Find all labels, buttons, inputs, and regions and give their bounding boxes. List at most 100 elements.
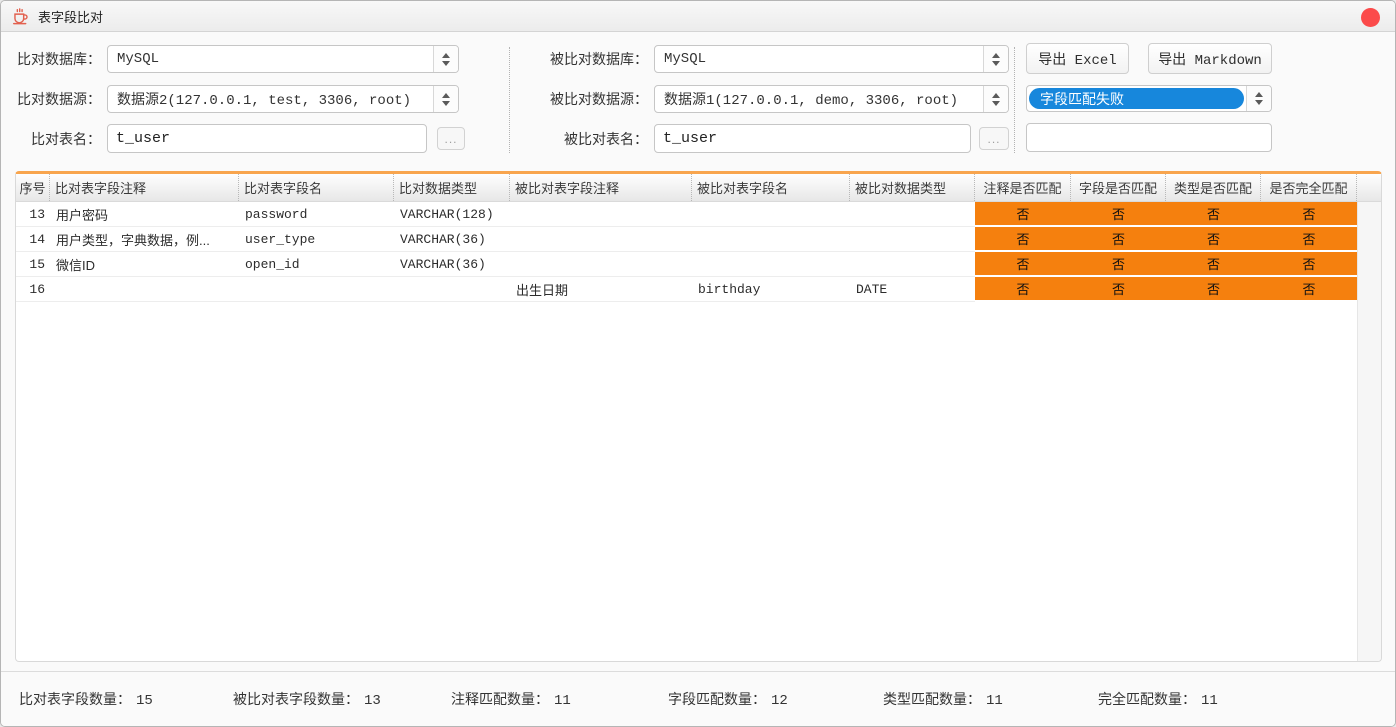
cell-comment-match: 否 xyxy=(975,202,1071,227)
spinner-arrows-icon[interactable] xyxy=(983,46,1008,72)
cell-full-match: 否 xyxy=(1261,277,1357,302)
column-header[interactable]: 序号 xyxy=(16,174,50,201)
comparison-table: 序号 比对表字段注释 比对表字段名 比对数据类型 被比对表字段注释 被比对表字段… xyxy=(15,171,1382,662)
cell-src-comment xyxy=(50,277,239,302)
target-db-combobox[interactable]: MySQL xyxy=(654,45,1009,73)
cell-dst-field xyxy=(692,227,850,252)
source-table-label: 比对表名： xyxy=(7,125,101,153)
status-dst-field-count: 被比对表字段数量：13 xyxy=(233,689,381,709)
cell-full-match: 否 xyxy=(1261,202,1357,227)
column-header[interactable]: 字段是否匹配 xyxy=(1071,174,1166,201)
cell-comment-match: 否 xyxy=(975,277,1071,302)
match-filter-selected: 字段匹配失败 xyxy=(1029,88,1244,109)
match-filter-combobox[interactable]: 字段匹配失败 xyxy=(1026,85,1272,112)
column-header[interactable]: 类型是否匹配 xyxy=(1166,174,1261,201)
cell-src-field: open_id xyxy=(239,252,394,277)
cell-comment-match: 否 xyxy=(975,252,1071,277)
source-datasource-value: 数据源2(127.0.0.1, test, 3306, root) xyxy=(108,86,433,112)
cell-full-match: 否 xyxy=(1261,252,1357,277)
table-row[interactable]: 15 微信ID open_id VARCHAR(36) 否 否 否 否 xyxy=(16,252,1357,277)
cell-src-field xyxy=(239,277,394,302)
export-excel-button[interactable]: 导出 Excel xyxy=(1026,43,1129,74)
status-src-field-count: 比对表字段数量：15 xyxy=(19,689,153,709)
spinner-arrows-icon[interactable] xyxy=(1246,86,1271,111)
spinner-arrows-icon[interactable] xyxy=(433,46,458,72)
source-datasource-label: 比对数据源： xyxy=(7,85,101,113)
source-db-combobox[interactable]: MySQL xyxy=(107,45,459,73)
target-table-browse-button[interactable]: ... xyxy=(979,127,1009,150)
cell-src-comment: 用户类型，字典数据，例... xyxy=(50,227,239,252)
column-header[interactable]: 比对表字段注释 xyxy=(50,174,239,201)
cell-field-match: 否 xyxy=(1071,277,1166,302)
table-row[interactable]: 14 用户类型，字典数据，例... user_type VARCHAR(36) … xyxy=(16,227,1357,252)
cell-comment-match: 否 xyxy=(975,227,1071,252)
cell-src-field: user_type xyxy=(239,227,394,252)
column-header[interactable]: 注释是否匹配 xyxy=(975,174,1071,201)
cell-src-type xyxy=(394,277,510,302)
source-db-value: MySQL xyxy=(108,46,433,72)
source-table-input[interactable] xyxy=(107,124,427,153)
cell-dst-field xyxy=(692,202,850,227)
target-datasource-combobox[interactable]: 数据源1(127.0.0.1, demo, 3306, root) xyxy=(654,85,1009,113)
source-table-browse-button[interactable]: ... xyxy=(437,127,465,150)
spinner-arrows-icon[interactable] xyxy=(433,86,458,112)
target-table-label: 被比对表名： xyxy=(516,125,648,153)
cell-src-type: VARCHAR(36) xyxy=(394,227,510,252)
table-row[interactable]: 16 出生日期 birthday DATE 否 否 否 否 xyxy=(16,277,1357,302)
table-body: 13 用户密码 password VARCHAR(128) 否 否 否 否 14… xyxy=(16,202,1357,661)
coffee-cup-icon xyxy=(11,7,30,26)
target-datasource-value: 数据源1(127.0.0.1, demo, 3306, root) xyxy=(655,86,983,112)
cell-seq: 16 xyxy=(16,277,50,302)
column-header[interactable]: 比对表字段名 xyxy=(239,174,394,201)
cell-dst-type xyxy=(850,227,975,252)
app-window: 表字段比对 比对数据库： MySQL 比对数据源： 数据源2(127.0.0.1… xyxy=(0,0,1396,727)
cell-dst-type: DATE xyxy=(850,277,975,302)
table-row[interactable]: 13 用户密码 password VARCHAR(128) 否 否 否 否 xyxy=(16,202,1357,227)
target-db-value: MySQL xyxy=(655,46,983,72)
cell-field-match: 否 xyxy=(1071,202,1166,227)
close-button[interactable] xyxy=(1361,8,1380,27)
cell-dst-comment xyxy=(510,252,692,277)
cell-dst-comment xyxy=(510,227,692,252)
source-db-label: 比对数据库： xyxy=(7,45,101,73)
status-type-match-count: 类型匹配数量：11 xyxy=(883,689,1003,709)
cell-type-match: 否 xyxy=(1166,252,1261,277)
target-datasource-label: 被比对数据源： xyxy=(516,85,648,113)
search-input[interactable] xyxy=(1026,123,1272,152)
column-header[interactable]: 被比对表字段名 xyxy=(692,174,850,201)
cell-full-match: 否 xyxy=(1261,227,1357,252)
table-header: 序号 比对表字段注释 比对表字段名 比对数据类型 被比对表字段注释 被比对表字段… xyxy=(16,174,1381,202)
target-db-label: 被比对数据库： xyxy=(516,45,648,73)
cell-type-match: 否 xyxy=(1166,277,1261,302)
column-header[interactable]: 被比对表字段注释 xyxy=(510,174,692,201)
vertical-scrollbar[interactable] xyxy=(1357,202,1381,661)
cell-field-match: 否 xyxy=(1071,252,1166,277)
cell-src-field: password xyxy=(239,202,394,227)
cell-dst-type xyxy=(850,202,975,227)
cell-seq: 14 xyxy=(16,227,50,252)
cell-dst-comment: 出生日期 xyxy=(510,277,692,302)
export-markdown-button[interactable]: 导出 Markdown xyxy=(1148,43,1272,74)
column-header[interactable]: 被比对数据类型 xyxy=(850,174,975,201)
cell-dst-field xyxy=(692,252,850,277)
source-datasource-combobox[interactable]: 数据源2(127.0.0.1, test, 3306, root) xyxy=(107,85,459,113)
spinner-arrows-icon[interactable] xyxy=(983,86,1008,112)
cell-seq: 13 xyxy=(16,202,50,227)
cell-src-type: VARCHAR(36) xyxy=(394,252,510,277)
cell-src-comment: 微信ID xyxy=(50,252,239,277)
status-bar: 比对表字段数量：15 被比对表字段数量：13 注释匹配数量：11 字段匹配数量：… xyxy=(1,671,1395,726)
actions-divider xyxy=(1014,47,1015,153)
cell-seq: 15 xyxy=(16,252,50,277)
cell-type-match: 否 xyxy=(1166,202,1261,227)
target-table-input[interactable] xyxy=(654,124,971,153)
cell-type-match: 否 xyxy=(1166,227,1261,252)
cell-dst-comment xyxy=(510,202,692,227)
form-divider xyxy=(509,47,510,153)
column-header[interactable]: 比对数据类型 xyxy=(394,174,510,201)
column-header[interactable]: 是否完全匹配 xyxy=(1261,174,1357,201)
window-title: 表字段比对 xyxy=(38,7,103,26)
status-full-match-count: 完全匹配数量：11 xyxy=(1098,689,1218,709)
status-comment-match-count: 注释匹配数量：11 xyxy=(451,689,571,709)
cell-src-comment: 用户密码 xyxy=(50,202,239,227)
status-field-match-count: 字段匹配数量：12 xyxy=(668,689,788,709)
